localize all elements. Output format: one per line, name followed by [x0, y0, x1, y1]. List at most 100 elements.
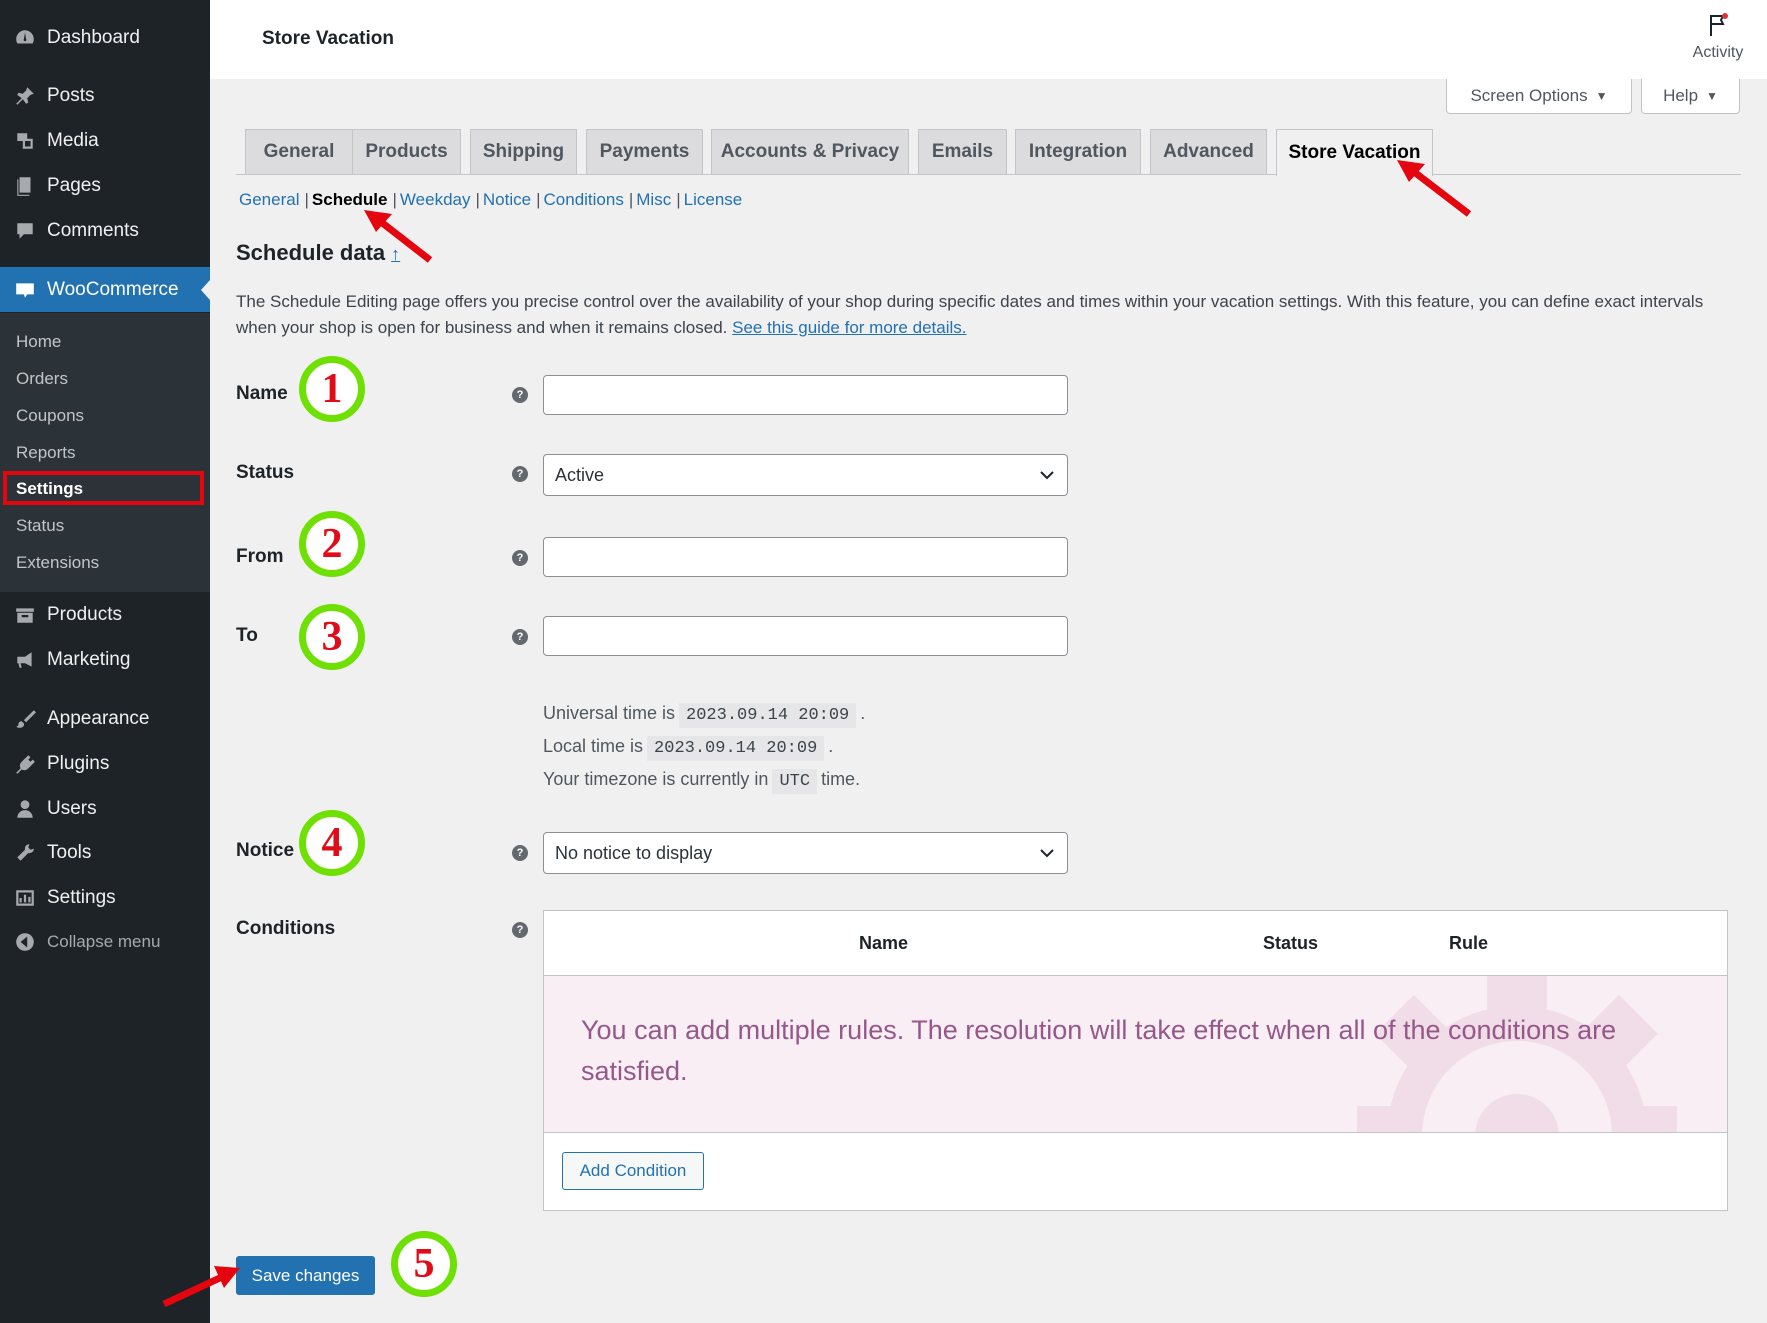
caret-down-icon: ▼: [1595, 89, 1608, 103]
tab-payments[interactable]: Payments: [586, 129, 703, 174]
sidebar-item-products[interactable]: Products: [0, 592, 210, 637]
plugin-icon: [12, 753, 38, 775]
name-label: Name: [236, 383, 288, 404]
subnav-notice[interactable]: Notice: [483, 190, 531, 209]
activity-button[interactable]: Activity: [1685, 12, 1751, 62]
sidebar-collapse-menu[interactable]: Collapse menu: [0, 919, 210, 964]
name-input[interactable]: [543, 375, 1068, 415]
sidebar-item-label: Marketing: [47, 648, 131, 670]
tab-integration[interactable]: Integration: [1015, 129, 1141, 174]
universal-time-line: Universal time is 2023.09.14 20:09.: [543, 703, 866, 728]
submenu-item-coupons[interactable]: Coupons: [0, 399, 210, 432]
settings-highlight-box: [3, 471, 204, 505]
help-tip-icon[interactable]: ?: [512, 550, 528, 566]
help-tip-icon[interactable]: ?: [512, 466, 528, 482]
sidebar-item-settings[interactable]: Settings: [0, 875, 210, 920]
tab-advanced[interactable]: Advanced: [1150, 129, 1267, 174]
sidebar-item-marketing[interactable]: Marketing: [0, 637, 210, 682]
help-tip-icon[interactable]: ?: [512, 629, 528, 645]
woocommerce-submenu: Home Orders Coupons Reports Settings Sta…: [0, 313, 210, 592]
subnav-license[interactable]: License: [684, 190, 743, 209]
sidebar-item-users[interactable]: Users: [0, 786, 210, 831]
add-condition-button[interactable]: Add Condition: [562, 1152, 704, 1190]
timezone-line: Your timezone is currently in UTC time.: [543, 769, 860, 794]
sidebar-item-woocommerce[interactable]: WooCommerce: [0, 267, 210, 312]
sidebar-item-posts[interactable]: Posts: [0, 73, 210, 118]
dashboard-icon: [12, 27, 38, 49]
to-input[interactable]: [543, 616, 1068, 656]
notice-select[interactable]: No notice to display: [543, 832, 1068, 874]
status-select[interactable]: Active: [543, 454, 1068, 496]
annotation-badge-3: 3: [299, 604, 365, 670]
status-label: Status: [236, 462, 295, 483]
submenu-item-status[interactable]: Status: [0, 509, 210, 542]
sidebar-item-tools[interactable]: Tools: [0, 830, 210, 875]
notice-label: Notice: [236, 840, 295, 861]
submenu-item-orders[interactable]: Orders: [0, 362, 210, 395]
annotation-badge-4: 4: [299, 810, 365, 876]
submenu-item-home[interactable]: Home: [0, 325, 210, 358]
tab-shipping[interactable]: Shipping: [470, 129, 577, 174]
screen-options-button[interactable]: Screen Options ▼: [1446, 79, 1632, 114]
column-header-rule: Rule: [1449, 933, 1489, 953]
red-arrow-icon: [1397, 160, 1472, 217]
help-tip-icon[interactable]: ?: [512, 387, 528, 403]
chevron-down-icon: [1040, 849, 1054, 858]
universal-time-label: Universal time is: [543, 703, 676, 723]
settings-icon: [12, 887, 38, 909]
sidebar-item-pages[interactable]: Pages: [0, 163, 210, 208]
activity-label: Activity: [1692, 44, 1744, 61]
period: .: [860, 703, 866, 723]
local-time-value: 2023.09.14 20:09: [647, 736, 825, 761]
flag-icon: [1710, 13, 1728, 36]
collapse-icon: [12, 931, 38, 953]
screen-options-label: Screen Options: [1470, 86, 1588, 105]
sidebar-item-dashboard[interactable]: Dashboard: [0, 15, 210, 60]
tab-general[interactable]: General: [245, 129, 353, 174]
help-button[interactable]: Help ▼: [1641, 79, 1740, 114]
save-changes-button[interactable]: Save changes: [236, 1256, 375, 1295]
help-tip-icon[interactable]: ?: [512, 845, 528, 861]
sidebar-item-comments[interactable]: Comments: [0, 208, 210, 253]
sidebar-item-label: Tools: [47, 841, 92, 863]
chevron-down-icon: [1040, 471, 1054, 480]
red-arrow-icon: [364, 210, 433, 263]
help-tip-icon[interactable]: ?: [512, 922, 528, 938]
tab-accounts-privacy[interactable]: Accounts & Privacy: [711, 129, 909, 174]
period: .: [828, 736, 834, 756]
settings-tab-line: [236, 174, 1741, 175]
tab-products[interactable]: Products: [352, 129, 461, 174]
guide-link[interactable]: See this guide for more details.: [732, 318, 966, 337]
submenu-item-reports[interactable]: Reports: [0, 436, 210, 469]
woo-icon: [12, 279, 38, 301]
sidebar-item-plugins[interactable]: Plugins: [0, 741, 210, 786]
sidebar-item-media[interactable]: Media: [0, 118, 210, 163]
timezone-label: Your timezone is currently in: [543, 769, 769, 789]
subnav-general[interactable]: General: [239, 190, 299, 209]
subnav-schedule[interactable]: Schedule: [312, 190, 388, 209]
media-icon: [12, 130, 38, 152]
sidebar-item-label: Users: [47, 797, 97, 819]
subnav-misc[interactable]: Misc: [636, 190, 671, 209]
admin-sidebar: Dashboard Posts Media Pages Comments Woo…: [0, 0, 210, 1323]
tab-emails[interactable]: Emails: [918, 129, 1007, 174]
conditions-table: Name Status Rule You can add multiple ru…: [543, 910, 1728, 1211]
wrench-icon: [12, 842, 38, 864]
pin-icon: [12, 85, 38, 107]
sidebar-item-label: Settings: [47, 886, 116, 908]
subnav-conditions[interactable]: Conditions: [544, 190, 624, 209]
timezone-value: UTC: [772, 769, 818, 794]
help-label: Help: [1663, 86, 1699, 105]
sidebar-item-label: Plugins: [47, 752, 110, 774]
sidebar-item-label: Dashboard: [47, 26, 140, 48]
subnav-weekday[interactable]: Weekday: [400, 190, 471, 209]
from-input[interactable]: [543, 537, 1068, 577]
sidebar-item-appearance[interactable]: Appearance: [0, 696, 210, 741]
user-icon: [12, 798, 38, 820]
conditions-label: Conditions: [236, 918, 336, 939]
local-time-label: Local time is: [543, 736, 644, 756]
notice-select-value: No notice to display: [555, 842, 713, 863]
sidebar-item-label: WooCommerce: [47, 278, 179, 300]
submenu-item-extensions[interactable]: Extensions: [0, 546, 210, 579]
sidebar-item-label: Products: [47, 603, 122, 625]
